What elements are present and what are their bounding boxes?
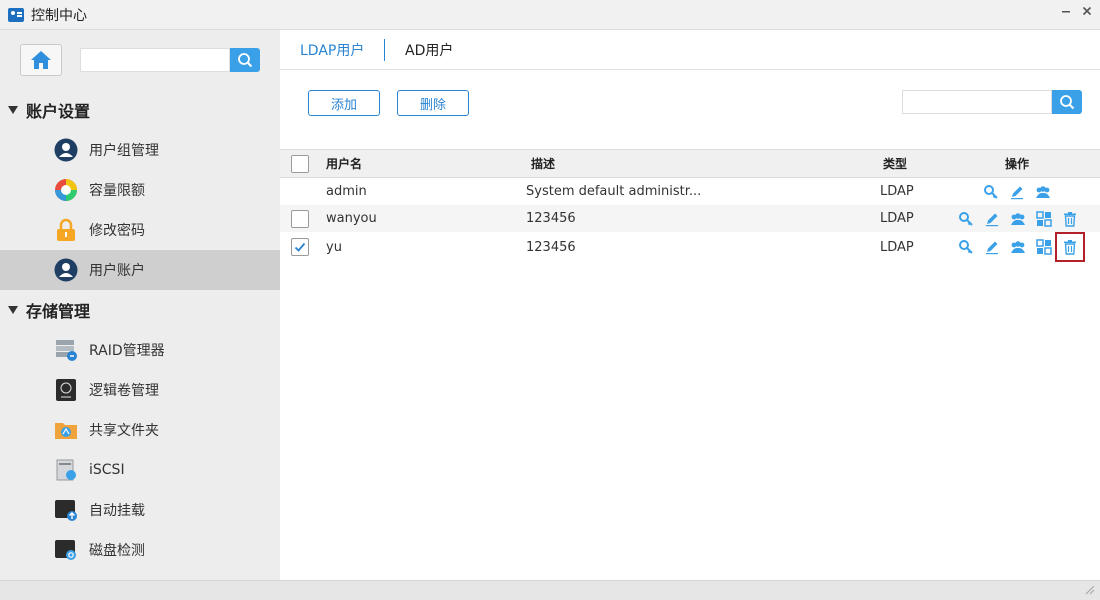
sidebar-item-label: 共享文件夹	[89, 423, 159, 439]
main-panel: LDAP用户 AD用户 添加 删除 用户名 描述 类型 操作 admin Sys…	[280, 30, 1100, 580]
section-label: 账户设置	[26, 102, 91, 121]
table-row[interactable]: yu 123456 LDAP	[280, 232, 1100, 262]
shared-folder-icon	[54, 418, 78, 442]
title-bar: 控制中心	[0, 0, 1100, 30]
edit-icon[interactable]	[983, 238, 1001, 256]
disk-check-icon	[54, 538, 78, 562]
row-username: admin	[326, 184, 367, 199]
close-button[interactable]	[1078, 5, 1096, 23]
user-account-icon	[54, 258, 78, 282]
column-header-username[interactable]: 用户名	[326, 150, 362, 177]
table-row[interactable]: wanyou 123456 LDAP	[280, 205, 1100, 232]
sidebar-item-change-password[interactable]: 修改密码	[0, 210, 280, 250]
row-username: wanyou	[326, 211, 377, 226]
section-account-settings[interactable]: 账户设置	[0, 90, 280, 130]
add-button[interactable]: 添加	[308, 90, 380, 116]
user-group-icon	[54, 138, 78, 162]
user-search-button[interactable]	[1052, 90, 1082, 114]
table-header: 用户名 描述 类型 操作	[280, 149, 1100, 178]
group-icon[interactable]	[1009, 238, 1027, 256]
group-icon[interactable]	[1009, 210, 1027, 228]
minimize-button[interactable]	[1057, 5, 1075, 23]
key-icon[interactable]	[982, 183, 1000, 201]
sidebar-item-auto-mount[interactable]: 自动挂载	[0, 490, 280, 530]
status-bar	[0, 580, 1100, 600]
minimize-icon	[1062, 11, 1070, 13]
sidebar-item-raid[interactable]: RAID管理器	[0, 330, 280, 370]
window-title: 控制中心	[31, 7, 87, 24]
section-storage-management[interactable]: 存储管理	[0, 290, 280, 330]
select-all-checkbox[interactable]	[291, 150, 309, 177]
row-description: 123456	[526, 211, 576, 226]
control-panel-icon	[8, 7, 24, 22]
row-description: 123456	[526, 239, 576, 255]
tab-bar: LDAP用户 AD用户	[280, 30, 1100, 70]
lock-icon	[54, 218, 78, 242]
row-checkbox[interactable]	[291, 232, 309, 262]
sidebar-item-label: iSCSI	[89, 462, 125, 478]
lvm-icon	[54, 378, 78, 402]
apps-icon[interactable]	[1035, 238, 1053, 256]
sidebar-search-button[interactable]	[230, 48, 260, 72]
user-search-input[interactable]	[902, 90, 1052, 114]
resize-grip-icon[interactable]	[1083, 583, 1095, 595]
sidebar-item-iscsi[interactable]: iSCSI	[0, 450, 280, 490]
raid-icon	[54, 338, 78, 362]
group-icon[interactable]	[1034, 183, 1052, 201]
quota-pie-icon	[54, 178, 78, 202]
home-button[interactable]	[20, 44, 62, 76]
column-header-type[interactable]: 类型	[883, 150, 907, 177]
key-icon[interactable]	[957, 210, 975, 228]
close-icon	[1082, 6, 1092, 16]
sidebar-item-lvm[interactable]: 逻辑卷管理	[0, 370, 280, 410]
sidebar-item-label: 磁盘检测	[89, 543, 145, 559]
sidebar-item-label: 用户账户	[89, 263, 145, 279]
tab-ldap-users[interactable]: LDAP用户	[300, 40, 364, 60]
row-type: LDAP	[880, 184, 914, 199]
sidebar: 账户设置 用户组管理 容量限额 修改密码 用户账户 存储管理 RAID管理器 逻…	[0, 30, 280, 580]
sidebar-item-disk-check[interactable]: 磁盘检测	[0, 530, 280, 570]
row-checkbox[interactable]	[291, 205, 309, 232]
row-description: System default administr...	[526, 184, 702, 199]
section-label: 存储管理	[26, 302, 91, 321]
search-icon	[238, 53, 253, 68]
tab-ad-users[interactable]: AD用户	[405, 40, 453, 60]
column-header-description[interactable]: 描述	[531, 150, 555, 177]
collapse-triangle-icon	[8, 306, 18, 314]
sidebar-item-label: 修改密码	[89, 223, 145, 239]
tab-divider	[384, 39, 385, 61]
sidebar-item-user-groups[interactable]: 用户组管理	[0, 130, 280, 170]
sidebar-item-label: RAID管理器	[89, 343, 165, 359]
search-icon	[1060, 95, 1075, 110]
table-row[interactable]: admin System default administr... LDAP	[280, 178, 1100, 205]
edit-icon[interactable]	[983, 210, 1001, 228]
row-username: yu	[326, 239, 342, 255]
trash-icon[interactable]	[1055, 232, 1085, 262]
sidebar-item-label: 用户组管理	[89, 143, 159, 159]
iscsi-icon	[54, 458, 78, 482]
row-type: LDAP	[880, 211, 914, 226]
edit-icon[interactable]	[1008, 183, 1026, 201]
collapse-triangle-icon	[8, 106, 18, 114]
column-header-actions: 操作	[1005, 157, 1030, 171]
sidebar-item-shared-folders[interactable]: 共享文件夹	[0, 410, 280, 450]
key-icon[interactable]	[957, 238, 975, 256]
sidebar-item-label: 逻辑卷管理	[89, 383, 159, 399]
sidebar-item-user-accounts[interactable]: 用户账户	[0, 250, 280, 290]
auto-mount-icon	[54, 498, 78, 522]
delete-button[interactable]: 删除	[397, 90, 469, 116]
check-icon	[291, 238, 309, 256]
row-type: LDAP	[880, 239, 914, 255]
sidebar-item-label: 容量限额	[89, 183, 145, 199]
sidebar-item-label: 自动挂载	[89, 503, 145, 519]
home-icon	[31, 51, 51, 69]
sidebar-search-input[interactable]	[80, 48, 230, 72]
trash-icon[interactable]	[1061, 210, 1079, 228]
sidebar-item-quota[interactable]: 容量限额	[0, 170, 280, 210]
apps-icon[interactable]	[1035, 210, 1053, 228]
